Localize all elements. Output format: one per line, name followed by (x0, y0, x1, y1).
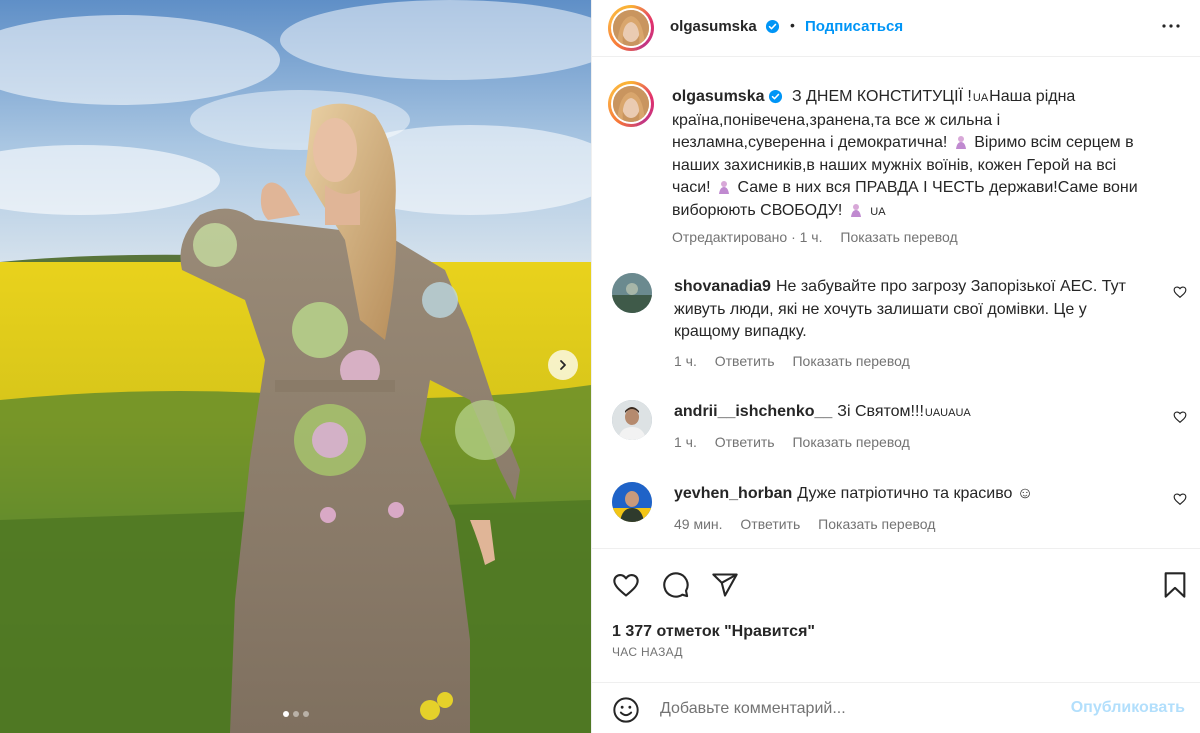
post-photo[interactable] (0, 0, 591, 733)
verified-icon (768, 89, 783, 104)
more-options-icon[interactable] (1159, 14, 1183, 42)
comment-composer: Опубликовать (592, 682, 1200, 733)
ukraine-flag-emoji: UA (870, 205, 886, 218)
comment-text: andrii__ishchenko__ Зі Святом!!!UAUAUA (674, 401, 1144, 425)
next-slide-button[interactable] (548, 350, 578, 380)
author-name-text[interactable]: olgasumska (670, 18, 757, 35)
comment-like-icon[interactable] (1173, 410, 1187, 428)
post-header: olgasumska • Подписаться (592, 0, 1200, 57)
woman-emoji-icon (955, 134, 967, 150)
follow-button[interactable]: Подписаться (805, 18, 903, 35)
comment-body: Дуже патріотично та красиво ☺ (797, 485, 1034, 502)
comment-like-icon[interactable] (1173, 492, 1187, 510)
comment-body: Зі Святом!!! (837, 403, 924, 420)
separator-dot: • (790, 17, 795, 33)
carousel-dot (302, 711, 309, 717)
woman-emoji-icon (850, 202, 862, 217)
emoji-icon[interactable] (612, 696, 640, 728)
caption-meta: Отредактировано · 1 ч. Показать перевод (672, 229, 972, 245)
photo-scene (0, 0, 591, 733)
author-username[interactable]: olgasumska (670, 18, 780, 35)
commenter-avatar[interactable] (612, 400, 652, 440)
caption-edited-time: Отредактировано · 1 ч. (672, 229, 823, 245)
comment-username[interactable]: yevhen_horban (674, 485, 792, 502)
caption-translate-link[interactable]: Показать перевод (840, 229, 957, 245)
caption-author-avatar[interactable] (608, 81, 654, 127)
commenter-avatar[interactable] (612, 273, 652, 313)
commenter-avatar[interactable] (612, 482, 652, 522)
comment-meta: 49 мин. Ответить Показать перевод (674, 516, 949, 532)
caption-username[interactable]: olgasumska (672, 88, 783, 105)
carousel-dot (292, 711, 299, 717)
reply-button[interactable]: Ответить (740, 516, 800, 532)
caption-part4: Саме в них вся ПРАВДА І ЧЕСТЬ держави!Са… (672, 179, 1138, 219)
comment-username[interactable]: andrii__ishchenko__ (674, 403, 832, 420)
author-avatar[interactable] (608, 5, 654, 51)
woman-emoji-icon (718, 179, 730, 195)
carousel-indicator (0, 711, 591, 717)
post-actions: 1 377 отметок "Нравится" ЧАС НАЗАД Опубл… (592, 548, 1200, 733)
reply-button[interactable]: Ответить (715, 353, 775, 369)
likes-count[interactable]: 1 377 отметок "Нравится" (612, 623, 815, 641)
avatar-photo (613, 10, 649, 46)
post-sidebar: olgasumska • Подписаться olgasumska З ДН… (591, 0, 1200, 733)
caption-part1: З ДНЕМ КОНСТИТУЦІЇ ! (791, 88, 972, 105)
translate-link[interactable]: Показать перевод (818, 516, 935, 532)
ukraine-flag-emoji: UA (972, 92, 989, 104)
comment-text: shovanadia9 Не забувайте про загрозу Запо… (674, 276, 1144, 344)
comment-username[interactable]: shovanadia9 (674, 278, 771, 295)
comment-text: yevhen_horban Дуже патріотично та красиво… (674, 483, 1144, 506)
translate-link[interactable]: Показать перевод (792, 353, 909, 369)
share-icon[interactable] (711, 571, 739, 603)
comment-time: 49 мин. (674, 516, 723, 532)
verified-icon (765, 19, 780, 34)
comment-icon[interactable] (662, 571, 690, 603)
comment-meta: 1 ч. Ответить Показать перевод (674, 434, 924, 450)
translate-link[interactable]: Показать перевод (792, 434, 909, 450)
bookmark-icon[interactable] (1162, 571, 1188, 603)
ukraine-flag-emoji: UAUAUA (924, 407, 971, 419)
caption-username-text[interactable]: olgasumska (672, 88, 764, 105)
heart-icon[interactable] (612, 571, 640, 603)
chevron-right-icon (560, 360, 566, 370)
comment-time: 1 ч. (674, 353, 697, 369)
carousel-dot (282, 711, 289, 717)
comment-input[interactable] (660, 697, 1060, 721)
comment-like-icon[interactable] (1173, 285, 1187, 303)
post-comment-button[interactable]: Опубликовать (1071, 699, 1185, 717)
avatar-photo (613, 86, 649, 122)
post-time: ЧАС НАЗАД (612, 645, 683, 659)
comment-meta: 1 ч. Ответить Показать перевод (674, 353, 924, 369)
caption-text: olgasumska З ДНЕМ КОНСТИТУЦІЇ !UAНаша рі… (672, 86, 1142, 224)
reply-button[interactable]: Ответить (715, 434, 775, 450)
comment-time: 1 ч. (674, 434, 697, 450)
